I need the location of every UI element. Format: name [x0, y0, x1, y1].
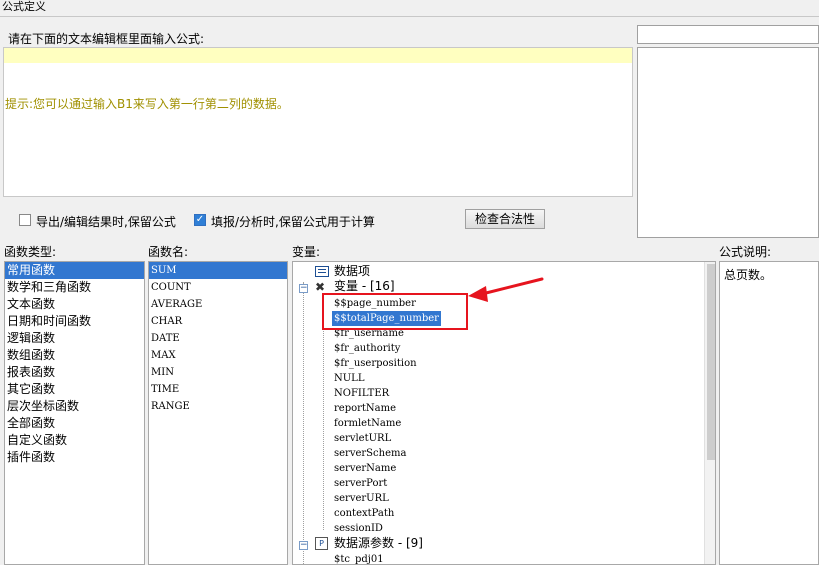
description-label: 公式说明: — [719, 245, 772, 259]
checkmark-icon: ✓ — [195, 214, 205, 225]
list-item[interactable]: 常用函数 — [5, 262, 144, 279]
collapse-icon[interactable]: − — [299, 284, 308, 293]
tree-scrollbar[interactable] — [704, 262, 715, 564]
title-divider — [0, 16, 819, 17]
fill-keep-formula-label: 填报/分析时,保留公式用于计算 — [211, 215, 375, 229]
list-item[interactable]: COUNT — [149, 279, 287, 296]
parameter-icon: P — [315, 537, 328, 550]
table-icon — [315, 266, 329, 277]
tree-item-variable[interactable]: serverSchema — [334, 446, 406, 461]
tree-item-variable[interactable]: NOFILTER — [334, 386, 389, 401]
list-item[interactable]: SUM — [149, 262, 287, 279]
list-item[interactable]: 层次坐标函数 — [5, 398, 144, 415]
list-item[interactable]: TIME — [149, 381, 287, 398]
func-name-label: 函数名: — [148, 245, 189, 259]
list-item[interactable]: 日期和时间函数 — [5, 313, 144, 330]
tree-item-param[interactable]: $tc_pdj01 — [334, 552, 384, 564]
list-item[interactable]: AVERAGE — [149, 296, 287, 313]
tree-item-variable[interactable]: servletURL — [334, 431, 391, 446]
list-item[interactable]: 插件函数 — [5, 449, 144, 466]
editor-prompt-label: 请在下面的文本编辑框里面输入公式: — [8, 32, 205, 46]
formula-description-panel: 总页数。 — [719, 261, 819, 565]
variables-label: 变量: — [292, 245, 321, 259]
tree-item-variable[interactable]: serverPort — [334, 476, 387, 491]
check-validity-button[interactable]: 检查合法性 — [465, 209, 545, 229]
tree-item-variable[interactable]: NULL — [334, 371, 364, 386]
tree-item-variable[interactable]: contextPath — [334, 506, 394, 521]
formula-description-text: 总页数。 — [724, 268, 773, 282]
list-item[interactable]: 逻辑函数 — [5, 330, 144, 347]
list-item[interactable]: 报表函数 — [5, 364, 144, 381]
editor-hint-text: 提示:您可以通过输入B1来写入第一行第二列的数据。 — [5, 97, 289, 111]
list-item[interactable]: 数组函数 — [5, 347, 144, 364]
list-item[interactable]: 自定义函数 — [5, 432, 144, 449]
annotation-arrow-icon — [468, 277, 544, 302]
annotation-highlight-box — [322, 293, 468, 330]
tree-item-variable[interactable]: serverName — [334, 461, 396, 476]
tree-guide-line — [323, 296, 324, 530]
window-title: 公式定义 — [0, 0, 819, 16]
export-keep-formula-label: 导出/编辑结果时,保留公式 — [36, 215, 176, 229]
list-item[interactable]: CHAR — [149, 313, 287, 330]
export-keep-formula-checkbox[interactable] — [19, 214, 31, 226]
tree-item-variable[interactable]: formletName — [334, 416, 401, 431]
scrollbar-thumb[interactable] — [707, 264, 715, 460]
tree-item-variable[interactable]: reportName — [334, 401, 396, 416]
variables-icon: ✖ — [315, 280, 326, 294]
func-name-list[interactable]: SUM COUNT AVERAGE CHAR DATE MAX MIN TIME… — [148, 261, 288, 565]
list-item[interactable]: MAX — [149, 347, 287, 364]
tree-group-variables[interactable]: 变量 - [16] — [334, 279, 395, 294]
formula-search-input[interactable] — [637, 25, 819, 44]
list-item[interactable]: MIN — [149, 364, 287, 381]
editor-current-line — [4, 48, 632, 63]
collapse-icon[interactable]: − — [299, 541, 308, 550]
tree-item-variable[interactable]: $fr_authority — [334, 341, 400, 356]
func-type-list[interactable]: 常用函数 数学和三角函数 文本函数 日期和时间函数 逻辑函数 数组函数 报表函数… — [4, 261, 145, 565]
fill-keep-formula-checkbox[interactable]: ✓ — [194, 214, 206, 226]
tree-item-variable[interactable]: serverURL — [334, 491, 389, 506]
list-item[interactable]: DATE — [149, 330, 287, 347]
list-item[interactable]: 文本函数 — [5, 296, 144, 313]
tree-guide-line — [303, 282, 304, 564]
list-item[interactable]: 其它函数 — [5, 381, 144, 398]
func-type-label: 函数类型: — [4, 245, 57, 259]
tree-item-variable[interactable]: sessionID — [334, 521, 383, 536]
formula-editor[interactable] — [3, 47, 633, 197]
list-item[interactable]: 数学和三角函数 — [5, 279, 144, 296]
list-item[interactable]: 全部函数 — [5, 415, 144, 432]
tree-group-datasource-params[interactable]: 数据源参数 - [9] — [334, 536, 423, 551]
tree-item-variable[interactable]: $fr_userposition — [334, 356, 417, 371]
formula-preview-panel — [637, 47, 819, 238]
tree-item-data-item[interactable]: 数据项 — [334, 264, 370, 279]
list-item[interactable]: RANGE — [149, 398, 287, 415]
